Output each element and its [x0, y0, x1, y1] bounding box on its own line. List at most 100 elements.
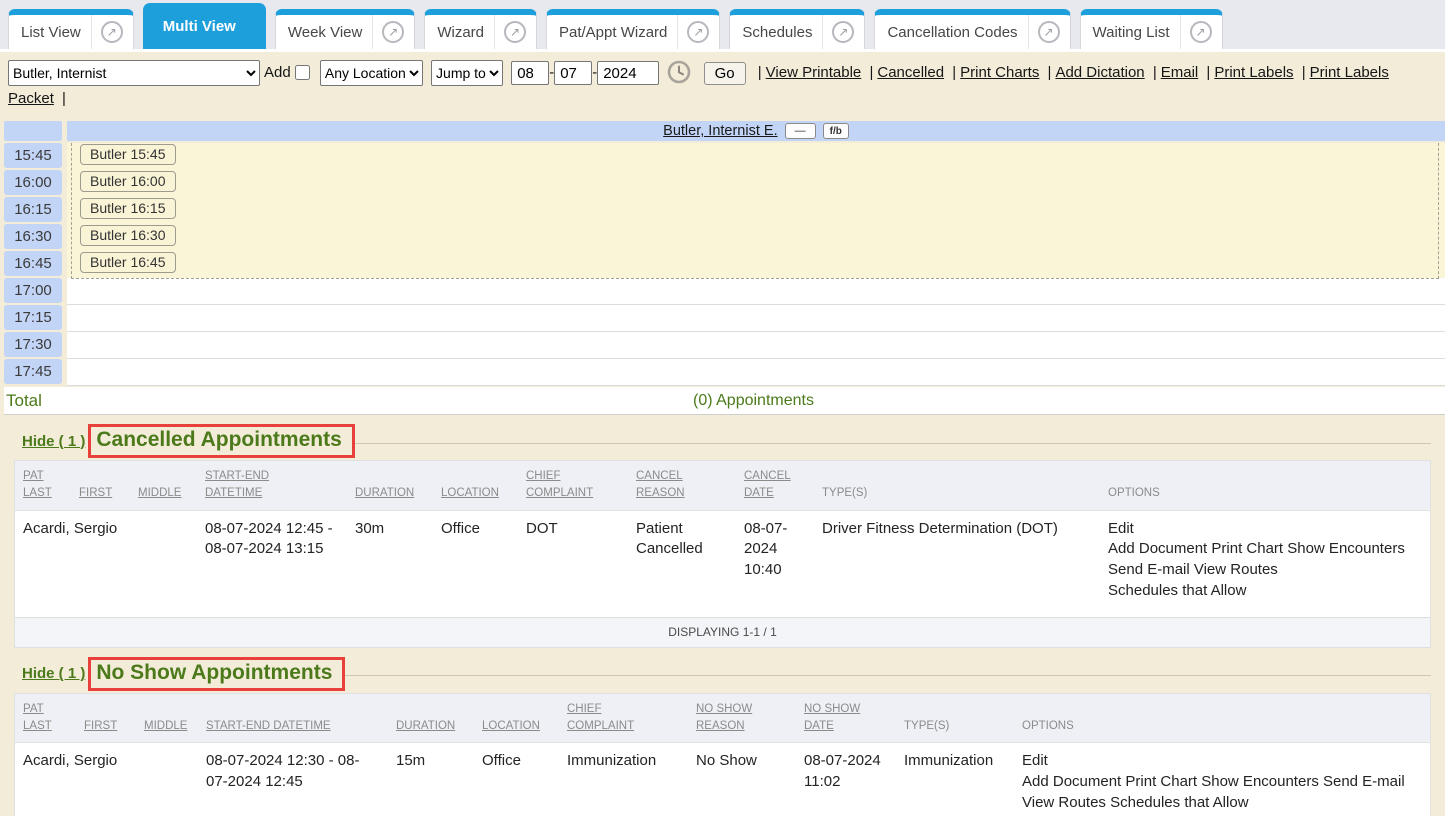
date-month-input[interactable] — [511, 61, 549, 85]
open-in-new-window-icon[interactable] — [504, 21, 526, 43]
tab-wizard[interactable]: Wizard — [424, 9, 537, 49]
total-label: Total — [4, 391, 62, 411]
tab-icon-wrap — [822, 15, 862, 49]
print-labels-link[interactable]: Print Labels — [1214, 64, 1293, 81]
date-year-input[interactable] — [597, 61, 659, 85]
hide-cancelled-link[interactable]: Hide ( 1 ) — [22, 433, 85, 450]
row-location: Office — [433, 510, 518, 618]
tab-list-view[interactable]: List View — [8, 9, 134, 49]
row-types: Driver Fitness Determination (DOT) — [814, 510, 1100, 618]
slot-book-button[interactable]: Butler 15:45 — [80, 144, 176, 165]
location-select[interactable]: Any Location — [320, 60, 423, 86]
collapse-column-button[interactable]: — — [785, 123, 816, 139]
clock-icon[interactable] — [667, 60, 691, 84]
col-header-options: OPTIONS — [1014, 694, 1430, 743]
tab-pat-appt-wizard[interactable]: Pat/Appt Wizard — [546, 9, 720, 49]
slot-book-button[interactable]: Butler 16:00 — [80, 171, 176, 192]
schedule-slot-cell: Butler 16:45 — [67, 251, 1445, 278]
link-separator: | — [1044, 64, 1056, 81]
col-header-first[interactable]: FIRST — [71, 461, 130, 510]
col-header-pat-last[interactable]: PAT LAST — [15, 694, 76, 743]
table-header-row: PAT LAST FIRST MIDDLE START-END DATETIME… — [15, 694, 1430, 743]
cancelled-appointments-table: PAT LAST FIRST MIDDLE START-END DATETIME… — [15, 461, 1430, 647]
table-header-row: PAT LAST FIRST MIDDLE START-END DATETIME… — [15, 461, 1430, 510]
schedule-toolbar: Butler, Internist Add Any Location Jump … — [0, 52, 1445, 118]
email-link[interactable]: Email — [1161, 64, 1199, 81]
open-in-new-window-icon[interactable] — [101, 21, 123, 43]
tab-icon-wrap — [372, 15, 412, 49]
tab-cancellation-codes[interactable]: Cancellation Codes — [874, 9, 1070, 49]
time-label: 17:00 — [4, 278, 62, 303]
row-middle — [136, 743, 198, 816]
col-header-pat-last[interactable]: PAT LAST — [15, 461, 71, 510]
link-separator: | — [1298, 64, 1310, 81]
go-button[interactable]: Go — [704, 62, 746, 85]
jump-to-select[interactable]: Jump to — [431, 60, 503, 86]
col-header-no-show-date[interactable]: NO SHOW DATE — [796, 694, 896, 743]
row-chief-complaint: Immunization — [559, 743, 688, 816]
col-header-first[interactable]: FIRST — [76, 694, 136, 743]
tab-multi-view[interactable]: Multi View — [143, 3, 266, 49]
row-options[interactable]: Edit Add Document Print Chart Show Encou… — [1014, 743, 1430, 816]
row-options[interactable]: Edit Add Document Print Chart Show Encou… — [1100, 510, 1430, 618]
row-location: Office — [474, 743, 559, 816]
row-no-show-date: 08-07-2024 11:02 — [796, 743, 896, 816]
time-label: 17:30 — [4, 332, 62, 357]
hide-no-show-link[interactable]: Hide ( 1 ) — [22, 665, 85, 682]
col-header-cancel-date[interactable]: CANCEL DATE — [736, 461, 814, 510]
row-pat-last: Acardi, Sergio — [15, 743, 76, 816]
displaying-count: DISPLAYING 1-1 / 1 — [15, 618, 1430, 647]
schedule-total-row: Total (0) Appointments — [4, 387, 1445, 415]
row-duration: 15m — [388, 743, 474, 816]
col-header-chief-complaint[interactable]: CHIEF COMPLAINT — [518, 461, 628, 510]
open-in-new-window-icon[interactable] — [1190, 21, 1212, 43]
cancelled-section-title: Cancelled Appointments — [88, 424, 354, 458]
row-types: Immunization — [896, 743, 1014, 816]
slot-book-button[interactable]: Butler 16:30 — [80, 225, 176, 246]
col-header-location[interactable]: LOCATION — [433, 461, 518, 510]
slot-book-button[interactable]: Butler 16:15 — [80, 198, 176, 219]
slot-book-button[interactable]: Butler 16:45 — [80, 252, 176, 273]
schedule-slot-cell: Butler 16:15 — [67, 197, 1445, 224]
col-header-chief-complaint[interactable]: CHIEF COMPLAINT — [559, 694, 688, 743]
col-header-no-show-reason[interactable]: NO SHOW REASON — [688, 694, 796, 743]
date-day-input[interactable] — [554, 61, 592, 85]
tab-label: Multi View — [163, 18, 246, 35]
fb-toggle-button[interactable]: f/b — [823, 123, 849, 139]
open-in-new-window-icon[interactable] — [382, 21, 404, 43]
section-divider — [355, 443, 1431, 444]
link-separator: | — [58, 90, 70, 107]
cancelled-link[interactable]: Cancelled — [877, 64, 944, 81]
row-start-end: 08-07-2024 12:30 - 08-07-2024 12:45 — [198, 743, 388, 816]
row-no-show-reason: No Show — [688, 743, 796, 816]
schedule-slot-cell: Butler 16:00 — [67, 170, 1445, 197]
provider-header-link[interactable]: Butler, Internist E. — [663, 123, 777, 139]
no-show-appointments-table: PAT LAST FIRST MIDDLE START-END DATETIME… — [15, 694, 1430, 816]
col-header-duration[interactable]: DURATION — [347, 461, 433, 510]
tab-schedules[interactable]: Schedules — [729, 9, 865, 49]
col-header-start-end[interactable]: START-END DATETIME — [197, 461, 347, 510]
provider-select[interactable]: Butler, Internist — [8, 60, 260, 86]
view-printable-link[interactable]: View Printable — [766, 64, 862, 81]
tab-waiting-list[interactable]: Waiting List — [1080, 9, 1223, 49]
time-label: 16:00 — [4, 170, 62, 195]
add-dictation-link[interactable]: Add Dictation — [1055, 64, 1144, 81]
link-separator: | — [948, 64, 960, 81]
open-in-new-window-icon[interactable] — [832, 21, 854, 43]
schedule-slot-cell — [67, 359, 1445, 386]
tab-week-view[interactable]: Week View — [275, 9, 415, 49]
table-footer-row: DISPLAYING 1-1 / 1 — [15, 618, 1430, 647]
col-header-middle[interactable]: MIDDLE — [130, 461, 197, 510]
print-charts-link[interactable]: Print Charts — [960, 64, 1039, 81]
col-header-cancel-reason[interactable]: CANCEL REASON — [628, 461, 736, 510]
col-header-duration[interactable]: DURATION — [388, 694, 474, 743]
open-in-new-window-icon[interactable] — [687, 21, 709, 43]
row-cancel-reason: Patient Cancelled — [628, 510, 736, 618]
time-label: 16:15 — [4, 197, 62, 222]
add-checkbox[interactable] — [295, 65, 310, 80]
col-header-location[interactable]: LOCATION — [474, 694, 559, 743]
open-in-new-window-icon[interactable] — [1038, 21, 1060, 43]
link-separator: | — [754, 64, 766, 81]
col-header-start-end[interactable]: START-END DATETIME — [198, 694, 388, 743]
col-header-middle[interactable]: MIDDLE — [136, 694, 198, 743]
